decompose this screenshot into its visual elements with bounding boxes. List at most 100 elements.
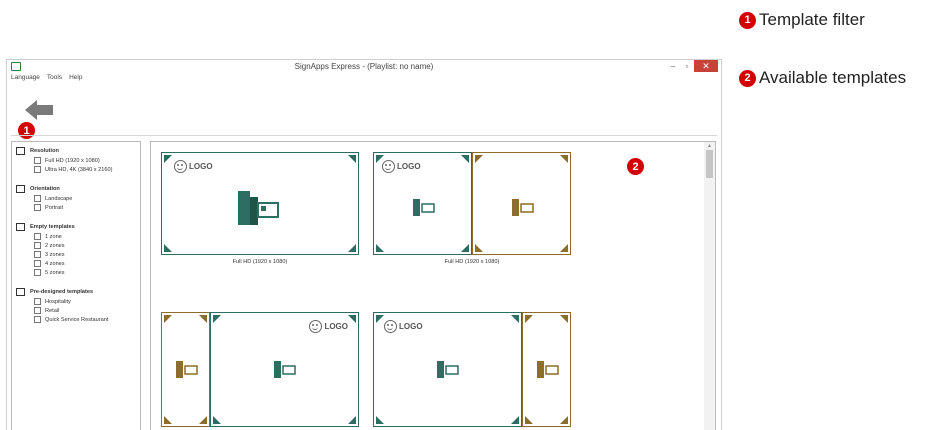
filter-option[interactable]: Quick Service Restaurant xyxy=(12,315,140,324)
filter-option-label: 3 zones xyxy=(45,251,65,258)
corner-marker xyxy=(560,155,568,163)
filter-group-header[interactable]: Empty templates xyxy=(12,221,140,232)
vertical-scrollbar[interactable]: ▲ xyxy=(704,142,715,430)
corner-marker xyxy=(511,416,519,424)
checkbox[interactable] xyxy=(34,260,41,267)
smiley-icon xyxy=(309,320,323,333)
template-zone: LOGO xyxy=(373,152,472,255)
checkbox[interactable] xyxy=(34,242,41,249)
checkbox[interactable] xyxy=(34,269,41,276)
annotation-badge-1: 1 xyxy=(18,122,35,139)
scroll-up-icon[interactable]: ▲ xyxy=(707,143,712,149)
checkbox[interactable] xyxy=(34,233,41,240)
logo-placeholder: LOGO xyxy=(384,320,423,333)
corner-marker xyxy=(560,244,568,252)
filter-group-orientation: Orientation Landscape Portrait xyxy=(12,183,140,212)
filter-group-header[interactable]: Pre-designed templates xyxy=(12,286,140,297)
media-icon xyxy=(437,361,459,378)
maximize-button[interactable]: ▫ xyxy=(680,60,694,72)
checkbox[interactable] xyxy=(34,195,41,202)
annotation-badge-2: 2 xyxy=(627,158,644,175)
app-window: SignApps Express - (Playlist: no name) –… xyxy=(6,59,722,430)
back-button[interactable] xyxy=(25,100,55,120)
filter-group-resolution: Resolution Full HD (1920 x 1080) Ultra H… xyxy=(12,145,140,174)
folder-checkbox[interactable] xyxy=(16,146,25,155)
filter-option[interactable]: 5 zones xyxy=(12,268,140,277)
template-card[interactable]: LOGO Full HD (1920 x 1080) xyxy=(161,152,359,266)
filter-option[interactable]: Landscape xyxy=(12,194,140,203)
corner-marker xyxy=(376,244,384,252)
title-bar: SignApps Express - (Playlist: no name) –… xyxy=(7,60,721,74)
annotation-badge-2: 2 xyxy=(739,69,756,87)
corner-marker xyxy=(461,155,469,163)
folder-checkbox[interactable] xyxy=(16,184,25,193)
filter-option-label: Landscape xyxy=(45,195,73,202)
filter-option-label: Portrait xyxy=(45,204,64,211)
filter-group-header[interactable]: Orientation xyxy=(12,183,140,194)
filter-option[interactable]: Hospitality xyxy=(12,297,140,306)
close-button[interactable]: ✕ xyxy=(694,60,718,72)
checkbox[interactable] xyxy=(34,157,41,164)
corner-marker xyxy=(348,244,356,252)
media-icon xyxy=(238,191,279,225)
checkbox[interactable] xyxy=(34,307,41,314)
minimize-button[interactable]: – xyxy=(666,60,680,72)
filter-option[interactable]: 1 zone xyxy=(12,232,140,241)
filter-option[interactable]: 3 zones xyxy=(12,250,140,259)
checkbox[interactable] xyxy=(34,316,41,323)
filter-option[interactable]: 4 zones xyxy=(12,259,140,268)
corner-marker xyxy=(199,416,207,424)
smiley-icon xyxy=(174,160,187,173)
filter-option[interactable]: 2 zones xyxy=(12,241,140,250)
folder-checkbox[interactable] xyxy=(16,287,25,296)
filter-option-label: Retail xyxy=(45,307,60,314)
filter-option[interactable]: Ultra HD, 4K (3840 x 2160) xyxy=(12,165,140,174)
filter-option-label: 2 zones xyxy=(45,242,65,249)
filter-option[interactable]: Retail xyxy=(12,306,140,315)
filter-group-title: Empty templates xyxy=(30,223,75,230)
menu-language[interactable]: Language xyxy=(11,74,40,84)
menu-help[interactable]: Help xyxy=(69,74,82,84)
filter-group-empty-templates: Empty templates 1 zone 2 zones 3 zones 4… xyxy=(12,221,140,277)
logo-text: LOGO xyxy=(324,322,348,331)
template-zone xyxy=(161,312,210,427)
filter-option-label: 1 zone xyxy=(45,233,62,240)
filter-option-label: Full HD (1920 x 1080) xyxy=(45,157,100,164)
media-icon xyxy=(413,199,435,216)
checkbox[interactable] xyxy=(34,298,41,305)
filter-group-header[interactable]: Resolution xyxy=(12,145,140,156)
filter-option-label: 4 zones xyxy=(45,260,65,267)
media-icon xyxy=(512,199,534,216)
menu-bar: Language Tools Help xyxy=(7,74,721,84)
window-title: SignApps Express - (Playlist: no name) xyxy=(294,62,434,71)
template-zone: LOGO xyxy=(161,152,359,255)
template-card[interactable]: LOGO xyxy=(161,312,359,430)
filter-group-predesigned: Pre-designed templates Hospitality Retai… xyxy=(12,286,140,324)
checkbox[interactable] xyxy=(34,251,41,258)
corner-marker xyxy=(475,244,483,252)
template-card[interactable]: LOGO Full HD (1920 x 1080) xyxy=(373,152,571,266)
checkbox[interactable] xyxy=(34,166,41,173)
legend-label: Template filter xyxy=(759,10,865,29)
corner-marker xyxy=(164,315,172,323)
toolbar-divider xyxy=(11,135,717,136)
scrollbar-thumb[interactable] xyxy=(706,150,713,178)
filter-group-title: Orientation xyxy=(30,185,60,192)
template-caption: Full HD (1920 x 1080) xyxy=(232,259,288,265)
corner-marker xyxy=(348,155,356,163)
menu-tools[interactable]: Tools xyxy=(47,74,62,84)
filter-option-label: Hospitality xyxy=(45,298,71,305)
filter-option[interactable]: Portrait xyxy=(12,203,140,212)
media-icon xyxy=(274,361,296,378)
media-icon xyxy=(537,361,559,378)
filter-group-title: Resolution xyxy=(30,147,59,154)
corner-marker xyxy=(461,244,469,252)
filter-option[interactable]: Full HD (1920 x 1080) xyxy=(12,156,140,165)
corner-marker xyxy=(164,416,172,424)
folder-checkbox[interactable] xyxy=(16,222,25,231)
template-card[interactable]: LOGO xyxy=(373,312,571,430)
annotation-badge-1: 1 xyxy=(739,11,756,29)
template-caption: Full HD (1920 x 1080) xyxy=(444,259,500,265)
filter-option-label: Ultra HD, 4K (3840 x 2160) xyxy=(45,166,113,173)
checkbox[interactable] xyxy=(34,204,41,211)
